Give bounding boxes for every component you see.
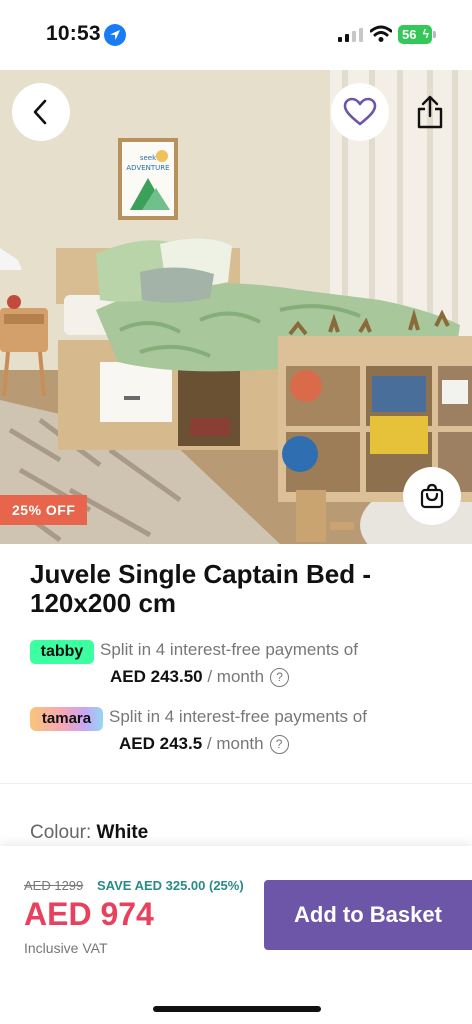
battery-nub — [433, 31, 436, 38]
add-to-basket-button[interactable]: Add to Basket — [264, 880, 472, 950]
price-bar: AED 1299 SAVE AED 325.00 (25%) AED 974 I… — [0, 846, 472, 1024]
discount-badge: 25% OFF — [0, 495, 88, 525]
installment-period: / month — [202, 734, 264, 753]
share-icon — [417, 95, 443, 129]
shopping-bag-icon — [420, 483, 444, 509]
colour-row: Colour: White — [30, 822, 148, 844]
back-button[interactable] — [12, 83, 70, 141]
current-price: AED 974 — [24, 896, 154, 932]
help-icon[interactable]: ? — [269, 735, 289, 754]
installment-amount-line: AED 243.5 / month? — [119, 734, 289, 754]
vat-note: Inclusive VAT — [24, 940, 108, 956]
status-bar: 10:53 56 ϟ — [0, 0, 472, 70]
installment-text: Split in 4 interest-free payments of — [109, 707, 367, 726]
product-image[interactable]: seek ADVENTURE 25% OFF — [0, 70, 472, 544]
home-indicator[interactable] — [153, 1006, 321, 1012]
colour-label: Colour: — [30, 822, 92, 843]
battery-level: 56 — [402, 27, 417, 42]
view-basket-button[interactable] — [403, 467, 461, 525]
divider — [0, 783, 472, 784]
tabby-logo: tabby — [30, 640, 94, 664]
installment-amount-line: AED 243.50 / month? — [110, 667, 290, 687]
wifi-icon — [370, 25, 392, 42]
colour-value: White — [96, 822, 149, 843]
heart-icon — [343, 97, 377, 126]
savings-text: SAVE AED 325.00 (25%) — [97, 878, 244, 893]
signal-icon — [338, 28, 363, 42]
installment-period: / month — [202, 667, 265, 686]
help-icon[interactable]: ? — [270, 668, 290, 687]
installment-amount: AED 243.50 — [110, 667, 203, 686]
tamara-logo: tamara — [30, 707, 103, 731]
old-price: AED 1299 — [24, 878, 84, 893]
location-arrow-icon — [104, 24, 126, 46]
installment-amount: AED 243.5 — [119, 734, 203, 753]
bed-photo: seek ADVENTURE — [0, 70, 472, 544]
product-title: Juvele Single Captain Bed - 120x200 cm — [30, 559, 371, 618]
battery-icon: 56 ϟ — [398, 25, 432, 44]
installment-text: Split in 4 interest-free payments of — [100, 640, 358, 659]
tamara-installment[interactable]: tamara Split in 4 interest-free payments… — [30, 705, 450, 755]
status-time: 10:53 — [46, 22, 101, 45]
svg-text:seek: seek — [140, 154, 157, 162]
tabby-installment[interactable]: tabby Split in 4 interest-free payments … — [30, 638, 450, 688]
back-arrow-icon — [33, 99, 47, 125]
share-button[interactable] — [408, 90, 452, 134]
wishlist-button[interactable] — [331, 83, 389, 141]
svg-text:ADVENTURE: ADVENTURE — [126, 164, 169, 172]
